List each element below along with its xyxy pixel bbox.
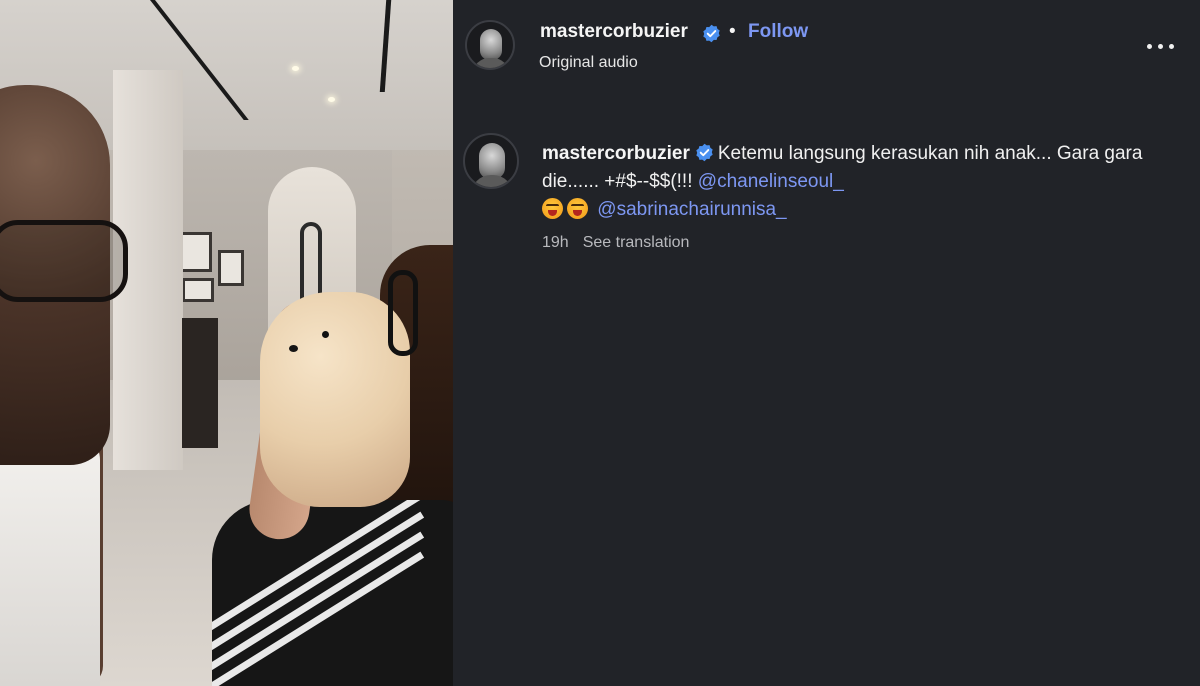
post-caption: mastercorbuzier Ketemu langsung kerasuka… — [542, 140, 1172, 224]
woman-glasses — [388, 270, 418, 356]
dog-eye — [322, 331, 329, 338]
counter — [182, 318, 218, 448]
wall-picture-frame — [218, 250, 244, 286]
man-glasses — [0, 220, 128, 302]
verified-badge-icon — [696, 143, 713, 162]
follow-button[interactable]: Follow — [748, 21, 808, 43]
comment-avatar[interactable] — [463, 133, 519, 189]
post-details-panel: mastercorbuzier • Follow Original audio … — [453, 0, 1200, 686]
vomiting-face-emoji-icon — [542, 198, 563, 219]
caption-meta: 19h See translation — [542, 234, 689, 252]
mention-link[interactable]: @sabrinachairunnisa_ — [597, 199, 786, 220]
audio-link[interactable]: Original audio — [539, 54, 638, 72]
reel-video[interactable] — [0, 0, 453, 686]
downlight — [328, 97, 335, 102]
more-options-icon[interactable] — [1145, 34, 1177, 58]
verified-badge-icon — [703, 24, 720, 43]
wall-picture-frame — [182, 278, 214, 302]
post-timestamp: 19h — [542, 234, 569, 251]
wall-picture-frame — [180, 232, 212, 272]
separator-dot: • — [729, 21, 736, 42]
author-avatar[interactable] — [465, 20, 515, 70]
downlight — [292, 66, 299, 71]
caption-username[interactable]: mastercorbuzier — [542, 143, 690, 164]
man-tank-top — [0, 430, 100, 686]
author-username[interactable]: mastercorbuzier — [540, 21, 688, 43]
dog-nose — [289, 345, 298, 352]
vomiting-face-emoji-icon — [567, 198, 588, 219]
woman-jacket — [212, 500, 453, 686]
see-translation-button[interactable]: See translation — [583, 234, 690, 251]
mention-link[interactable]: @chanelinseoul_ — [698, 171, 844, 192]
